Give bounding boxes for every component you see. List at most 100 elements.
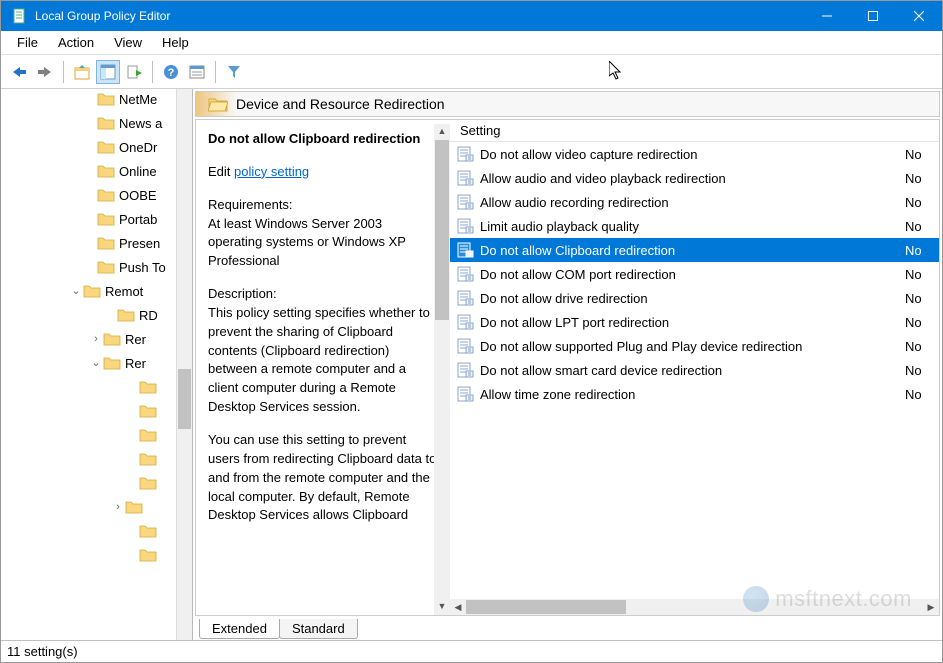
- tree-item[interactable]: ⌄ Rer: [1, 351, 192, 375]
- tree-item[interactable]: [1, 519, 192, 543]
- tree-item[interactable]: [1, 543, 192, 567]
- folder-icon: [103, 356, 121, 370]
- tree-item-label: Remot: [105, 284, 143, 299]
- titlebar: Local Group Policy Editor: [1, 1, 942, 31]
- edit-policy-link[interactable]: policy setting: [234, 164, 309, 179]
- tree-item[interactable]: [1, 447, 192, 471]
- tree-item-label: Rer: [125, 356, 146, 371]
- tree-item[interactable]: Push To: [1, 255, 192, 279]
- setting-row[interactable]: Do not allow smart card device redirecti…: [450, 358, 939, 382]
- policy-icon: [456, 242, 474, 258]
- setting-row[interactable]: Do not allow COM port redirectionNo: [450, 262, 939, 286]
- pane-header: Device and Resource Redirection: [195, 91, 940, 117]
- properties-button[interactable]: [185, 60, 209, 84]
- tab-extended[interactable]: Extended: [199, 619, 280, 639]
- setting-label: Do not allow supported Plug and Play dev…: [480, 339, 905, 354]
- setting-row[interactable]: Do not allow LPT port redirectionNo: [450, 310, 939, 334]
- description-column: Do not allow Clipboard redirection Edit …: [196, 120, 450, 615]
- tree-item[interactable]: Online: [1, 159, 192, 183]
- tree-item[interactable]: [1, 399, 192, 423]
- tree-item[interactable]: Portab: [1, 207, 192, 231]
- folder-icon: [97, 116, 115, 130]
- tree-item[interactable]: [1, 423, 192, 447]
- tree-pane: NetMeNews a OneDr OnlineOOBEPortabPresenPu…: [1, 89, 193, 640]
- folder-icon: [139, 404, 157, 418]
- tree-expander-icon[interactable]: ›: [111, 501, 125, 513]
- folder-icon: [139, 452, 157, 466]
- setting-row[interactable]: Allow audio recording redirectionNo: [450, 190, 939, 214]
- tree-item[interactable]: [1, 471, 192, 495]
- tree-item[interactable]: Presen: [1, 231, 192, 255]
- setting-row[interactable]: Do not allow supported Plug and Play dev…: [450, 334, 939, 358]
- setting-row[interactable]: Do not allow video capture redirectionNo: [450, 142, 939, 166]
- menu-help[interactable]: Help: [152, 32, 199, 53]
- folder-icon: [97, 212, 115, 226]
- folder-icon: [139, 476, 157, 490]
- tree-item[interactable]: News a: [1, 111, 192, 135]
- requirements-text: At least Windows Server 2003 operating s…: [208, 215, 438, 272]
- settings-header: Setting: [450, 120, 939, 142]
- forward-button[interactable]: [33, 60, 57, 84]
- description-text-2: You can use this setting to prevent user…: [208, 431, 438, 525]
- tree-expander-icon[interactable]: ⌄: [89, 356, 103, 369]
- tree-item[interactable]: OneDr: [1, 135, 192, 159]
- setting-state: No: [905, 339, 939, 354]
- setting-label: Do not allow drive redirection: [480, 291, 905, 306]
- setting-label: Do not allow smart card device redirecti…: [480, 363, 905, 378]
- setting-row[interactable]: Allow time zone redirectionNo: [450, 382, 939, 406]
- folder-icon: [97, 260, 115, 274]
- tree-item-label: OneDr: [119, 140, 157, 155]
- setting-row[interactable]: Limit audio playback qualityNo: [450, 214, 939, 238]
- policy-icon: [456, 290, 474, 306]
- up-button[interactable]: [70, 60, 94, 84]
- tree-item[interactable]: [1, 375, 192, 399]
- settings-column: Setting Do not allow video capture redir…: [450, 120, 939, 615]
- policy-icon: [456, 170, 474, 186]
- menubar: File Action View Help: [1, 31, 942, 55]
- settings-hscrollbar[interactable]: ◀ ▶: [450, 599, 939, 615]
- tree-expander-icon[interactable]: ›: [89, 333, 103, 345]
- maximize-button[interactable]: [850, 1, 896, 31]
- tab-standard[interactable]: Standard: [279, 619, 358, 639]
- menu-action[interactable]: Action: [48, 32, 104, 53]
- folder-icon: [97, 188, 115, 202]
- column-header-setting[interactable]: Setting: [450, 123, 939, 138]
- content-area: NetMeNews a OneDr OnlineOOBEPortabPresenPu…: [1, 89, 942, 640]
- tree-item[interactable]: ›Rer: [1, 327, 192, 351]
- export-button[interactable]: [122, 60, 146, 84]
- setting-label: Do not allow Clipboard redirection: [480, 243, 905, 258]
- close-button[interactable]: [896, 1, 942, 31]
- folder-open-icon: [208, 96, 228, 112]
- folder-icon: [97, 236, 115, 250]
- selected-setting-title: Do not allow Clipboard redirection: [208, 130, 438, 149]
- folder-icon: [83, 284, 101, 298]
- folder-icon: [139, 548, 157, 562]
- help-button[interactable]: ?: [159, 60, 183, 84]
- description-scrollbar[interactable]: ▲ ▼: [434, 124, 450, 615]
- setting-row[interactable]: Allow audio and video playback redirecti…: [450, 166, 939, 190]
- setting-row[interactable]: Do not allow Clipboard redirectionNo: [450, 238, 939, 262]
- policy-icon: [456, 218, 474, 234]
- setting-row[interactable]: Do not allow drive redirectionNo: [450, 286, 939, 310]
- menu-file[interactable]: File: [7, 32, 48, 53]
- setting-label: Allow audio and video playback redirecti…: [480, 171, 905, 186]
- svg-text:?: ?: [168, 67, 175, 79]
- back-button[interactable]: [7, 60, 31, 84]
- menu-view[interactable]: View: [104, 32, 152, 53]
- setting-state: No: [905, 387, 939, 402]
- status-text: 11 setting(s): [7, 644, 78, 659]
- window-title: Local Group Policy Editor: [35, 9, 804, 23]
- tree-item[interactable]: ›: [1, 495, 192, 519]
- folder-icon: [139, 524, 157, 538]
- tree-item[interactable]: ⌄ Remot: [1, 279, 192, 303]
- tree-scrollbar[interactable]: [176, 89, 192, 640]
- requirements-label: Requirements:: [208, 196, 438, 215]
- tree-expander-icon[interactable]: ⌄: [69, 284, 83, 297]
- tree-item[interactable]: RD: [1, 303, 192, 327]
- filter-button[interactable]: [222, 60, 246, 84]
- minimize-button[interactable]: [804, 1, 850, 31]
- tree-item[interactable]: NetMe: [1, 89, 192, 111]
- setting-label: Limit audio playback quality: [480, 219, 905, 234]
- tree-item[interactable]: OOBE: [1, 183, 192, 207]
- show-hide-tree-button[interactable]: [96, 60, 120, 84]
